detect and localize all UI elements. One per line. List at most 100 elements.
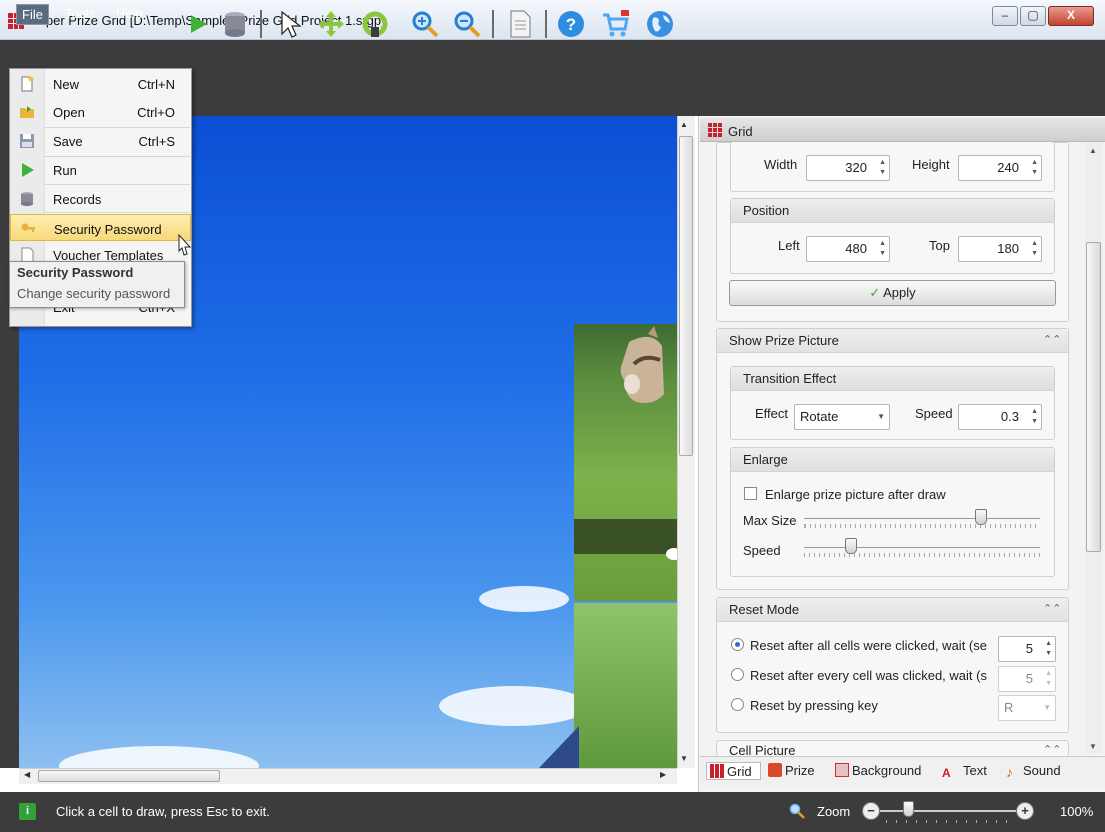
- scroll-left-arrow[interactable]: ◀: [24, 770, 30, 779]
- reset-all-spinbox[interactable]: 5 ▲ ▼: [998, 636, 1056, 662]
- panel-title: Grid: [728, 124, 753, 139]
- transition-title: Transition Effect: [731, 367, 1054, 391]
- apply-button[interactable]: ✓ Apply: [729, 280, 1056, 306]
- rotate-icon[interactable]: [360, 9, 390, 39]
- grid-icon: [708, 123, 722, 137]
- spin-arrows-icon[interactable]: ▲ ▼: [1031, 239, 1038, 259]
- scroll-down-arrow[interactable]: ▼: [1089, 742, 1097, 751]
- speed-slider-ticks: [804, 553, 1040, 557]
- collapse-icon[interactable]: ⌃⌃: [1043, 602, 1061, 615]
- close-button[interactable]: X: [1048, 6, 1094, 26]
- tab-grid[interactable]: Grid: [706, 762, 761, 780]
- reset-key-value: R: [1004, 700, 1014, 715]
- scroll-up-arrow[interactable]: ▲: [1089, 146, 1097, 155]
- effect-value: Rotate: [800, 409, 839, 424]
- max-size-slider-thumb[interactable]: [975, 509, 987, 525]
- width-spinbox[interactable]: 320 ▲ ▼: [806, 155, 890, 181]
- zoom-in-button[interactable]: +: [1016, 802, 1034, 820]
- speed-spinbox[interactable]: 0.3 ▲ ▼: [958, 404, 1042, 430]
- minimize-button[interactable]: –: [992, 6, 1018, 26]
- zoom-slider-track[interactable]: [880, 810, 1016, 812]
- zoom-percent: 100%: [1060, 804, 1094, 819]
- spin-arrows-icon[interactable]: ▲ ▼: [1045, 639, 1052, 659]
- reset-all-radio[interactable]: [731, 638, 744, 651]
- move-icon[interactable]: [316, 9, 346, 39]
- cloud: [439, 686, 589, 726]
- effect-dropdown[interactable]: Rotate ▼: [794, 404, 890, 430]
- width-label: Width: [764, 157, 798, 172]
- help-icon[interactable]: ?: [556, 9, 586, 39]
- menu-item-label: Records: [53, 192, 102, 207]
- key-icon: [21, 223, 35, 232]
- menu-tools[interactable]: Tools: [60, 4, 100, 25]
- reset-every-radio[interactable]: [731, 668, 744, 681]
- menu-item-save[interactable]: Save Ctrl+S: [10, 127, 191, 155]
- reset-every-spinbox[interactable]: 5 ▲ ▼: [998, 666, 1056, 692]
- maximize-button[interactable]: ▢: [1020, 6, 1046, 26]
- spin-arrows-icon[interactable]: ▲ ▼: [1045, 669, 1052, 689]
- tab-prize-label: Prize: [785, 763, 815, 778]
- spin-arrows-icon[interactable]: ▲ ▼: [1031, 407, 1038, 427]
- menu-separator: [45, 212, 190, 213]
- run-icon: [22, 163, 34, 177]
- spin-arrows-icon[interactable]: ▲ ▼: [1031, 158, 1038, 178]
- menu-item-voucher-templates[interactable]: Voucher Templates: [10, 241, 191, 261]
- reset-key-dropdown[interactable]: R ▼: [998, 695, 1056, 721]
- menu-file[interactable]: File: [16, 4, 49, 25]
- height-spinbox[interactable]: 240 ▲ ▼: [958, 155, 1042, 181]
- reset-all-label: Reset after all cells were clicked, wait…: [750, 638, 987, 653]
- canvas-horizontal-scroll-thumb[interactable]: [38, 770, 220, 782]
- cell-picture-title[interactable]: Cell Picture: [729, 744, 795, 756]
- reset-mode-header[interactable]: Reset Mode: [717, 598, 1068, 622]
- scroll-right-arrow[interactable]: ▶: [660, 770, 666, 779]
- top-spinbox[interactable]: 180 ▲ ▼: [958, 236, 1042, 262]
- grid-cell-horse[interactable]: [574, 324, 677, 601]
- tab-grid-label: Grid: [727, 764, 752, 779]
- database-icon[interactable]: [220, 9, 250, 39]
- tab-text[interactable]: A Text: [942, 762, 987, 780]
- spin-arrows-icon[interactable]: ▲ ▼: [879, 239, 886, 259]
- zoom-in-icon[interactable]: [410, 9, 440, 39]
- grid-cell-grass[interactable]: [574, 603, 677, 768]
- menu-item-open[interactable]: Open Ctrl+O: [10, 98, 191, 126]
- left-spinbox[interactable]: 480 ▲ ▼: [806, 236, 890, 262]
- menu-item-new[interactable]: New Ctrl+N: [10, 70, 191, 98]
- tab-background[interactable]: Background: [835, 762, 921, 780]
- enlarge-checkbox[interactable]: [744, 487, 757, 500]
- zoom-out-icon[interactable]: [452, 9, 482, 39]
- canvas-vertical-scroll-thumb[interactable]: [679, 136, 693, 456]
- reset-all-value: 5: [1025, 641, 1033, 656]
- menu-item-security-password[interactable]: Security Password: [10, 214, 191, 241]
- panel-scroll-thumb[interactable]: [1086, 242, 1101, 552]
- scroll-up-arrow[interactable]: ▲: [680, 120, 688, 129]
- reset-key-radio[interactable]: [731, 698, 744, 711]
- height-value: 240: [997, 160, 1019, 175]
- menu-item-label: New: [53, 77, 80, 92]
- spin-arrows-icon[interactable]: ▲ ▼: [879, 158, 886, 178]
- speed-slider-thumb[interactable]: [845, 538, 858, 554]
- info-icon: i: [19, 803, 36, 820]
- tab-sound[interactable]: ♪ Sound: [1006, 762, 1061, 780]
- reset-key-label: Reset by pressing key: [750, 698, 878, 713]
- left-label: Left: [778, 238, 800, 253]
- document-icon[interactable]: [505, 9, 535, 39]
- menu-item-run[interactable]: Run: [10, 156, 191, 184]
- reset-every-label: Reset after every cell was clicked, wait…: [750, 668, 987, 683]
- max-size-slider-track[interactable]: [804, 518, 1040, 519]
- menu-bar: [0, 40, 1105, 68]
- zoom-out-button[interactable]: −: [862, 802, 880, 820]
- collapse-icon[interactable]: ⌃⌃: [1043, 743, 1061, 755]
- run-icon[interactable]: [183, 9, 213, 39]
- menu-help[interactable]: Help: [111, 4, 148, 25]
- scroll-down-arrow[interactable]: ▼: [680, 754, 688, 763]
- menu-item-records[interactable]: Records: [10, 185, 191, 213]
- tab-background-label: Background: [852, 763, 922, 778]
- cart-icon[interactable]: [600, 9, 630, 39]
- collapse-icon[interactable]: ⌃⌃: [1043, 333, 1061, 346]
- speed-slider-track[interactable]: [804, 547, 1040, 548]
- pointer-icon[interactable]: [275, 9, 305, 39]
- tab-prize[interactable]: Prize: [768, 762, 815, 780]
- globe-icon[interactable]: [645, 9, 675, 39]
- show-prize-header[interactable]: Show Prize Picture: [717, 329, 1068, 353]
- zoom-slider-thumb[interactable]: [903, 801, 914, 817]
